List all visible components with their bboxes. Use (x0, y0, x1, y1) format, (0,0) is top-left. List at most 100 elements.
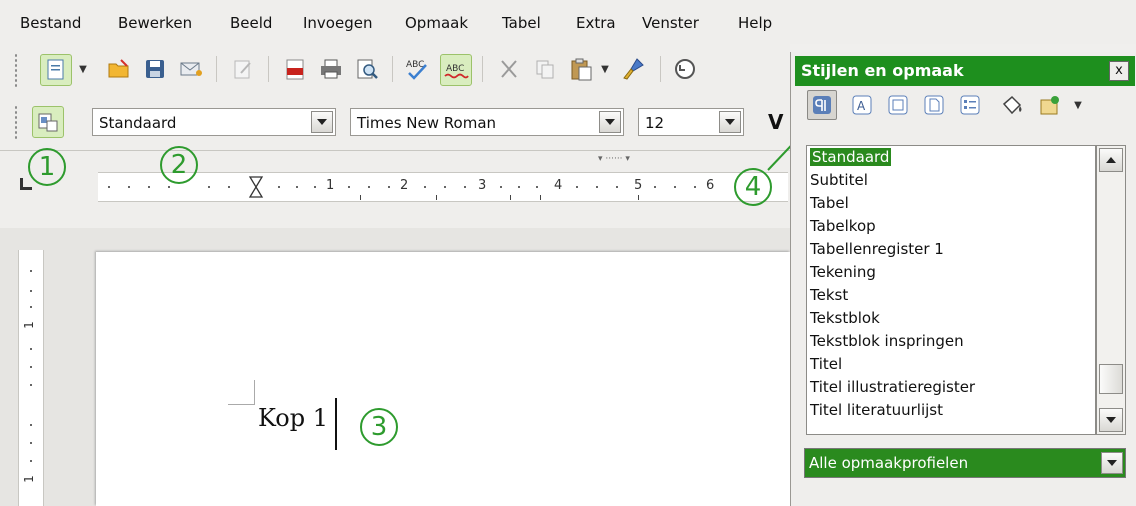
mail-icon (180, 62, 202, 76)
autospellcheck-icon: ABC (444, 64, 469, 79)
menu-extra[interactable]: Extra (576, 14, 616, 32)
list-item[interactable]: Titel (810, 355, 842, 373)
list-item[interactable]: Tabellenregister 1 (810, 240, 944, 258)
list-item[interactable]: Standaard (810, 148, 892, 166)
menu-help[interactable]: Help (738, 14, 772, 32)
svg-text:A: A (857, 99, 866, 113)
character-styles-button[interactable]: A (847, 90, 877, 120)
chevron-down-icon[interactable] (311, 111, 333, 133)
toolbar-separator (660, 56, 661, 82)
styles-and-formatting-button[interactable] (32, 106, 64, 138)
scroll-down-button[interactable] (1099, 408, 1123, 432)
close-button[interactable]: x (1109, 61, 1129, 81)
list-styles-button[interactable] (955, 90, 985, 120)
formatting-toolbar: Standaard Times New Roman 12 V (0, 96, 790, 148)
menu-bar: Bestand Bewerken Beeld Invoegen Opmaak T… (0, 0, 1136, 44)
spellcheck-icon: ABC (406, 60, 427, 80)
paragraph-style-value: Standaard (99, 114, 177, 132)
menu-beeld[interactable]: Beeld (230, 14, 272, 32)
print-preview-icon (357, 59, 378, 79)
cut-button[interactable] (494, 54, 524, 84)
menu-tabel[interactable]: Tabel (502, 14, 541, 32)
toolbar-separator (482, 56, 483, 82)
new-dropdown-arrow[interactable]: ▼ (78, 54, 88, 84)
menu-bestand[interactable]: Bestand (20, 14, 81, 32)
menu-venster[interactable]: Venster (642, 14, 699, 32)
new-style-dropdown-arrow[interactable]: ▼ (1073, 90, 1083, 120)
vertical-ruler[interactable]: 1 1 (18, 250, 44, 506)
list-item[interactable]: Tekstblok inspringen (810, 332, 964, 350)
callout-3: 3 (360, 408, 398, 446)
edit-file-button[interactable] (228, 54, 258, 84)
print-preview-button[interactable] (352, 54, 382, 84)
list-item[interactable]: Subtitel (810, 171, 868, 189)
undo-icon (675, 59, 695, 79)
paragraph-styles-button[interactable] (807, 90, 837, 120)
font-size-value: 12 (645, 114, 665, 132)
toolbar-grip[interactable] (14, 105, 18, 139)
toolbar-overflow-icon[interactable]: ▾ ······ ▾ (598, 154, 630, 164)
indent-marker-icon[interactable] (248, 175, 264, 199)
chevron-down-icon[interactable] (599, 111, 621, 133)
horizontal-ruler[interactable]: 1 2 3 4 5 6 (98, 172, 788, 202)
character-style-icon: A (852, 95, 872, 115)
paste-dropdown-arrow[interactable]: ▼ (600, 54, 610, 84)
email-button[interactable] (176, 54, 206, 84)
save-icon (146, 60, 164, 78)
styles-list-scrollbar[interactable] (1096, 145, 1126, 435)
styles-window-icon (38, 113, 58, 132)
font-size-combo[interactable]: 12 (638, 108, 744, 136)
scroll-up-button[interactable] (1099, 148, 1123, 172)
list-item[interactable]: Tekst (810, 286, 848, 304)
paintbrush-icon (623, 58, 644, 80)
list-item[interactable]: Tekening (810, 263, 876, 281)
paragraph-style-icon (813, 96, 831, 114)
edit-file-icon (234, 60, 251, 79)
chevron-down-icon[interactable] (1101, 452, 1123, 474)
copy-button[interactable] (530, 54, 560, 84)
pdf-icon (286, 59, 304, 80)
menu-opmaak[interactable]: Opmaak (405, 14, 468, 32)
paste-button[interactable] (566, 54, 596, 84)
open-button[interactable] (104, 54, 134, 84)
fill-format-mode-button[interactable] (997, 90, 1027, 120)
paragraph-style-combo[interactable]: Standaard (92, 108, 336, 136)
ruler-number: 5 (634, 178, 643, 193)
document-page[interactable] (96, 252, 790, 506)
new-document-icon (47, 59, 64, 80)
save-button[interactable] (140, 54, 170, 84)
list-item[interactable]: Titel illustratieregister (810, 378, 975, 396)
menu-bewerken[interactable]: Bewerken (118, 14, 192, 32)
new-document-button[interactable] (40, 54, 72, 86)
styles-list[interactable]: Standaard Subtitel Tabel Tabelkop Tabell… (806, 145, 1096, 435)
undo-button[interactable] (670, 54, 700, 84)
chevron-down-icon[interactable] (719, 111, 741, 133)
svg-text:ABC: ABC (446, 64, 464, 74)
frame-style-icon (888, 95, 908, 115)
page-styles-button[interactable] (919, 90, 949, 120)
toolbar-grip[interactable] (14, 53, 18, 87)
styles-panel-titlebar[interactable]: Stijlen en opmaak x (795, 56, 1135, 86)
scroll-thumb[interactable] (1099, 364, 1123, 394)
document-heading-text[interactable]: Kop 1 (258, 404, 328, 432)
new-style-from-selection-button[interactable] (1035, 90, 1065, 120)
paste-icon (571, 58, 592, 81)
ruler-number: 1 (326, 178, 335, 193)
frame-styles-button[interactable] (883, 90, 913, 120)
font-name-value: Times New Roman (357, 114, 497, 132)
list-item[interactable]: Tabel (810, 194, 849, 212)
export-pdf-button[interactable] (280, 54, 310, 84)
list-item[interactable]: Tabelkop (810, 217, 876, 235)
list-item[interactable]: Titel literatuurlijst (810, 401, 943, 419)
ruler-number: 4 (554, 178, 563, 193)
autospellcheck-button[interactable]: ABC (440, 54, 472, 86)
print-button[interactable] (316, 54, 346, 84)
font-name-combo[interactable]: Times New Roman (350, 108, 624, 136)
style-filter-combo[interactable]: Alle opmaakprofielen (804, 448, 1126, 478)
folder-open-icon (108, 59, 129, 78)
tab-stop-type-icon[interactable] (20, 178, 32, 190)
clone-formatting-button[interactable] (618, 54, 648, 84)
menu-invoegen[interactable]: Invoegen (303, 14, 372, 32)
spellcheck-button[interactable]: ABC (402, 54, 432, 84)
list-item[interactable]: Tekstblok (810, 309, 880, 327)
